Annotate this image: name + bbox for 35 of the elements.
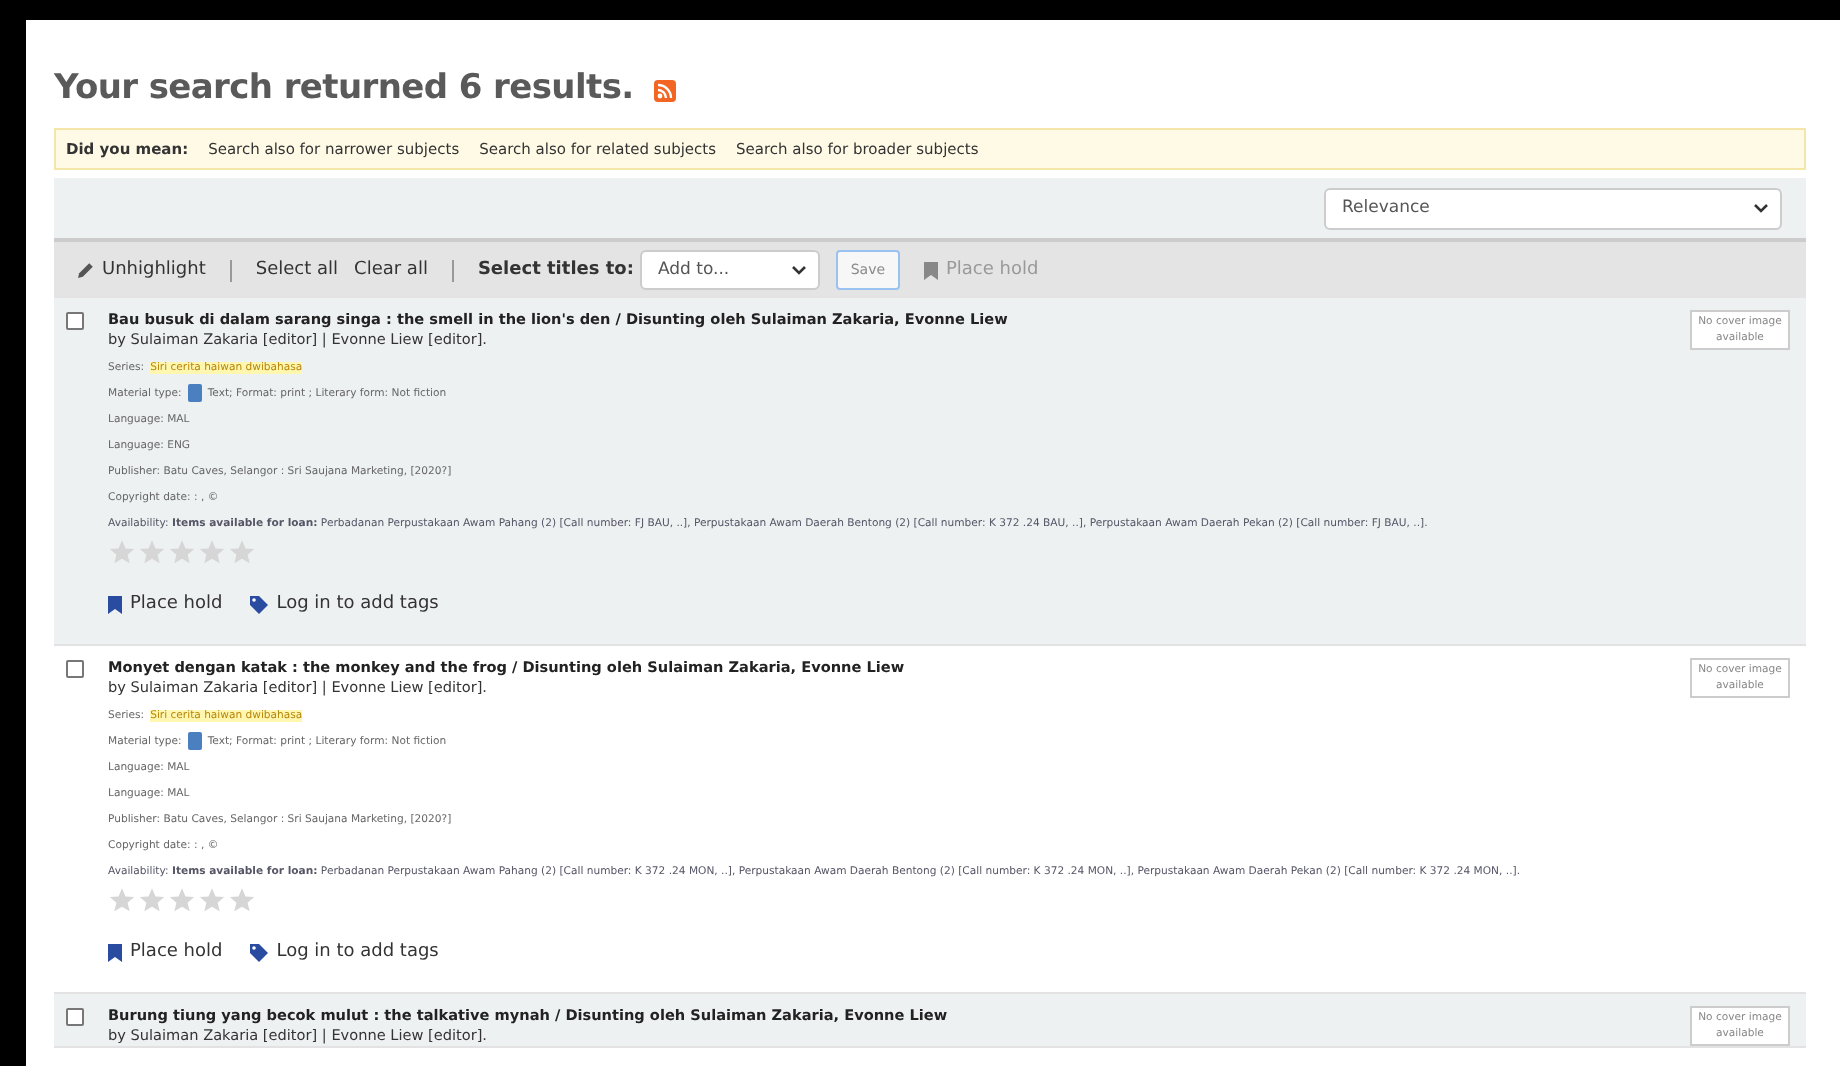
star-icon[interactable] xyxy=(168,538,196,566)
place-hold-link[interactable]: Place hold xyxy=(108,942,223,962)
chevron-icon xyxy=(1754,203,1768,213)
select-checkbox[interactable] xyxy=(66,660,84,678)
rss-icon[interactable] xyxy=(653,80,676,102)
results-heading: Your search returned 6 results. xyxy=(54,68,634,108)
star-icon[interactable] xyxy=(108,538,136,566)
tag-icon xyxy=(250,943,269,961)
select-checkbox[interactable] xyxy=(66,1008,84,1026)
place-hold-link[interactable]: Place hold xyxy=(108,594,223,614)
select-all-link[interactable]: Select all xyxy=(255,260,339,280)
star-icon[interactable] xyxy=(198,886,226,914)
select-titles-label: Select titles to: xyxy=(477,260,634,280)
star-icon[interactable] xyxy=(168,886,196,914)
chevron-icon xyxy=(791,265,806,275)
star-icon[interactable] xyxy=(138,886,166,914)
star-icon[interactable] xyxy=(228,886,256,914)
sort-select[interactable]: Relevance xyxy=(1324,187,1782,229)
book-icon xyxy=(187,732,202,750)
pencil-icon xyxy=(78,262,94,278)
bookmark-icon xyxy=(923,261,938,279)
star-icon[interactable] xyxy=(138,538,166,566)
unhighlight-link[interactable]: Unhighlight xyxy=(78,260,206,280)
star-icon[interactable] xyxy=(198,538,226,566)
book-icon xyxy=(187,384,202,402)
add-tags-link[interactable]: Log in to add tags xyxy=(250,594,439,614)
list-select[interactable]: Add to... xyxy=(639,250,820,290)
bookmark-icon xyxy=(108,943,122,961)
star-icon[interactable] xyxy=(228,538,256,566)
add-tags-link[interactable]: Log in to add tags xyxy=(250,942,439,962)
tag-icon xyxy=(250,595,269,613)
clear-all-link[interactable]: Clear all xyxy=(354,260,428,280)
star-icon[interactable] xyxy=(108,886,136,914)
bookmark-icon xyxy=(108,595,122,613)
select-checkbox[interactable] xyxy=(66,312,84,330)
